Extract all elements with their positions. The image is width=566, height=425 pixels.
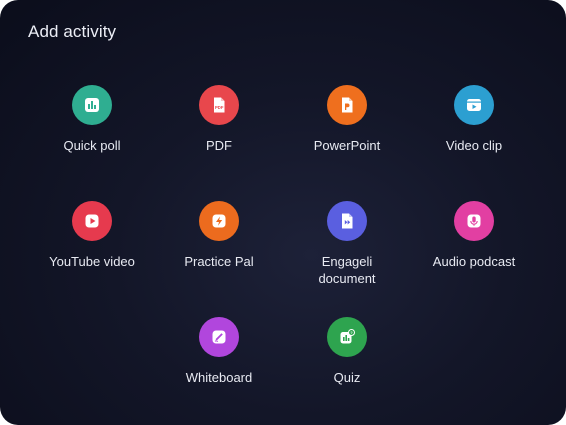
- microphone-icon: [454, 201, 494, 241]
- add-activity-dialog: Add activity Quick poll PDF PDF PowerPoi…: [0, 0, 566, 425]
- bar-chart-icon: [72, 85, 112, 125]
- dialog-title: Add activity: [28, 22, 117, 41]
- powerpoint-file-icon: [327, 85, 367, 125]
- svg-text:PDF: PDF: [215, 105, 224, 110]
- activity-label: Audio podcast: [432, 254, 516, 269]
- activity-quiz[interactable]: ? Quiz: [282, 317, 412, 413]
- activity-label: PDF: [206, 138, 232, 153]
- activity-engageli-document[interactable]: Engageli document: [282, 201, 412, 297]
- quiz-icon: ?: [327, 317, 367, 357]
- activity-audio-podcast[interactable]: Audio podcast: [409, 201, 539, 297]
- activity-label: PowerPoint: [313, 138, 381, 153]
- activity-label: YouTube video: [49, 254, 135, 269]
- whiteboard-pen-icon: [199, 317, 239, 357]
- activity-powerpoint[interactable]: PowerPoint: [282, 85, 412, 181]
- activity-pdf[interactable]: PDF PDF: [154, 85, 284, 181]
- activity-quick-poll[interactable]: Quick poll: [27, 85, 157, 181]
- video-clip-icon: [454, 85, 494, 125]
- document-icon: [327, 201, 367, 241]
- activity-practice-pal[interactable]: Practice Pal: [154, 201, 284, 297]
- activity-label: Practice Pal: [184, 254, 254, 269]
- activity-video-clip[interactable]: Video clip: [409, 85, 539, 181]
- activity-label: Video clip: [445, 138, 503, 153]
- activity-label: Engageli document: [318, 254, 376, 286]
- activity-whiteboard[interactable]: Whiteboard: [154, 317, 284, 413]
- youtube-play-icon: [72, 201, 112, 241]
- lightning-bolt-icon: [199, 201, 239, 241]
- activity-youtube-video[interactable]: YouTube video: [27, 201, 157, 297]
- pdf-file-icon: PDF: [199, 85, 239, 125]
- activity-label: Whiteboard: [185, 370, 253, 385]
- activity-label: Quiz: [333, 370, 361, 385]
- activity-label: Quick poll: [63, 138, 121, 153]
